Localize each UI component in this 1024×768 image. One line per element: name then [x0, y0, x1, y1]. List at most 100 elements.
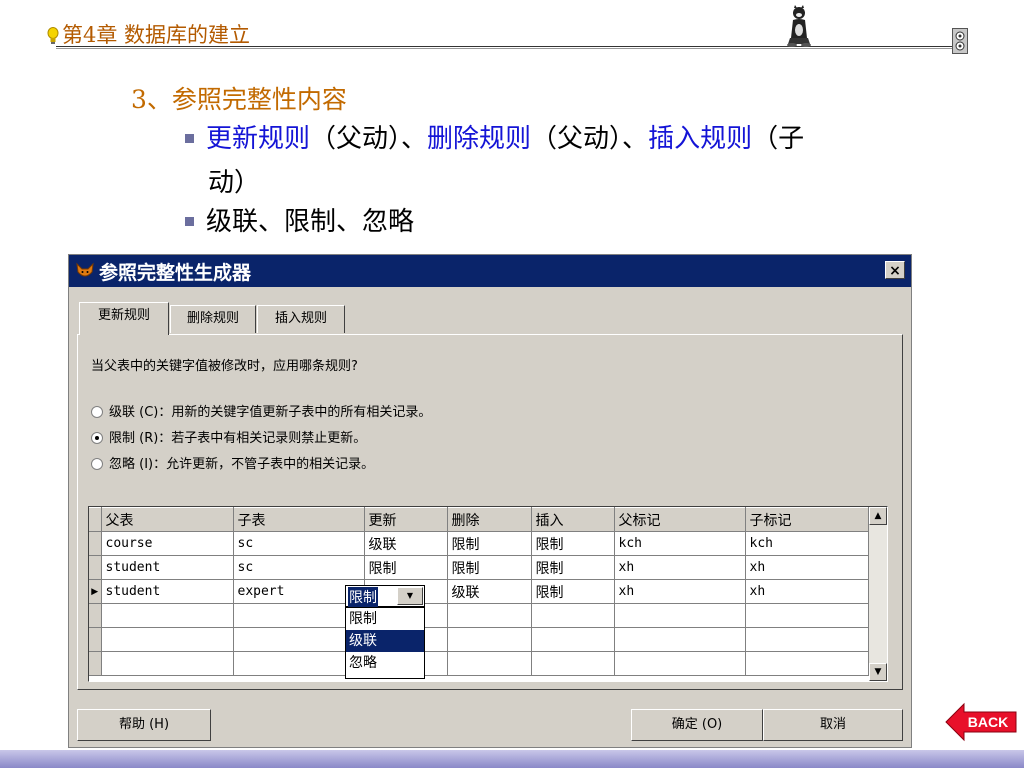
- bullet-text: （父动）、: [531, 124, 649, 154]
- cell-parent-table[interactable]: student: [101, 555, 234, 580]
- empty-cell[interactable]: [447, 651, 532, 676]
- cell-insert[interactable]: 限制: [531, 531, 615, 556]
- cell-delete[interactable]: 限制: [447, 555, 532, 580]
- empty-cell[interactable]: [101, 651, 234, 676]
- help-button[interactable]: 帮助 (H): [77, 709, 211, 741]
- cell-parent-tag[interactable]: kch: [614, 531, 746, 556]
- empty-row[interactable]: [89, 651, 869, 676]
- cell-update[interactable]: 限制: [364, 555, 448, 580]
- cell-delete[interactable]: 限制: [447, 531, 532, 556]
- bullet-square-icon: [185, 216, 194, 226]
- keyword-delete-rule: 删除规则: [427, 124, 532, 154]
- grid-header-row: 父表 子表 更新 删除 插入 父标记 子标记: [89, 507, 869, 532]
- empty-cell[interactable]: [531, 603, 615, 628]
- update-rule-combobox[interactable]: 限制 ▼: [345, 585, 425, 607]
- cell-parent-table[interactable]: student: [101, 579, 234, 604]
- empty-cell[interactable]: [745, 651, 869, 676]
- empty-cell[interactable]: [614, 603, 746, 628]
- dropdown-option-ignore[interactable]: 忽略: [346, 652, 424, 674]
- option-label: 忽略 (I)：允许更新，不管子表中的相关记录。: [109, 457, 375, 472]
- cell-child-tag[interactable]: xh: [745, 579, 869, 604]
- relations-grid[interactable]: 父表 子表 更新 删除 插入 父标记 子标记 course sc 级联 限制 限…: [88, 506, 888, 682]
- col-header-parent-tag[interactable]: 父标记: [614, 507, 746, 532]
- speaker-icon[interactable]: [952, 28, 968, 54]
- cell-update[interactable]: 级联: [364, 531, 448, 556]
- row-indicator[interactable]: [89, 531, 102, 556]
- row-indicator[interactable]: [89, 555, 102, 580]
- cell-child-tag[interactable]: xh: [745, 555, 869, 580]
- empty-cell[interactable]: [447, 627, 532, 652]
- tab-delete-rules[interactable]: 删除规则: [170, 305, 256, 333]
- empty-row[interactable]: [89, 603, 869, 628]
- col-header-delete[interactable]: 删除: [447, 507, 532, 532]
- header-divider-shadow: [56, 48, 952, 49]
- current-row-indicator-icon[interactable]: ▶: [89, 579, 102, 604]
- cell-insert[interactable]: 限制: [531, 555, 615, 580]
- bullet-square-icon: [185, 133, 194, 143]
- empty-cell[interactable]: [531, 627, 615, 652]
- dropdown-option-cascade[interactable]: 级联: [346, 630, 424, 652]
- bullet-text: （子: [752, 124, 805, 154]
- table-row[interactable]: student sc 限制 限制 限制 xh xh: [89, 555, 869, 580]
- empty-cell[interactable]: [745, 627, 869, 652]
- keyword-update-rule: 更新规则: [206, 124, 311, 154]
- cell-child-table[interactable]: sc: [233, 531, 365, 556]
- option-label: 级联 (C)：用新的关键字值更新子表中的所有相关记录。: [109, 405, 432, 420]
- ok-button[interactable]: 确定 (O): [631, 709, 763, 741]
- scroll-up-arrow-icon[interactable]: ▲: [869, 507, 887, 525]
- bullet-rule-types: 级联、限制、忽略: [185, 205, 414, 239]
- foxpro-fox-icon: [76, 262, 94, 277]
- option-restrict[interactable]: 限制 (R)：若子表中有相关记录则禁止更新。: [91, 427, 366, 446]
- close-button[interactable]: ×: [885, 261, 905, 279]
- option-label: 限制 (R)：若子表中有相关记录则禁止更新。: [109, 431, 367, 446]
- table-row[interactable]: course sc 级联 限制 限制 kch kch: [89, 531, 869, 556]
- tab-insert-rules[interactable]: 插入规则: [257, 305, 345, 333]
- empty-cell[interactable]: [101, 603, 234, 628]
- radio-cascade[interactable]: [91, 405, 103, 418]
- dropdown-arrow-icon[interactable]: ▼: [397, 587, 423, 605]
- relations-table: 父表 子表 更新 删除 插入 父标记 子标记 course sc 级联 限制 限…: [89, 507, 869, 676]
- scroll-down-arrow-icon[interactable]: ▼: [869, 663, 887, 681]
- col-header-parent-table[interactable]: 父表: [101, 507, 234, 532]
- empty-cell[interactable]: [531, 651, 615, 676]
- empty-cell[interactable]: [745, 603, 869, 628]
- update-rule-dropdown-list[interactable]: 限制 级联 忽略: [345, 607, 425, 679]
- chapter-title: 第4章 数据库的建立: [62, 23, 251, 47]
- bullet-text: 级联、限制、忽略: [206, 207, 415, 237]
- cell-parent-table[interactable]: course: [101, 531, 234, 556]
- option-ignore[interactable]: 忽略 (I)：允许更新，不管子表中的相关记录。: [91, 453, 374, 472]
- col-header-update[interactable]: 更新: [364, 507, 448, 532]
- bullet-text: （父动）、: [310, 124, 428, 154]
- tab-update-rules[interactable]: 更新规则: [79, 302, 169, 335]
- cell-child-tag[interactable]: kch: [745, 531, 869, 556]
- cartoon-cat-icon: [787, 5, 811, 47]
- empty-cell[interactable]: [614, 651, 746, 676]
- col-header-child-table[interactable]: 子表: [233, 507, 365, 532]
- combobox-value: 限制: [348, 587, 378, 607]
- back-arrow-icon[interactable]: BACK: [944, 702, 1018, 742]
- radio-ignore[interactable]: [91, 457, 103, 470]
- option-cascade[interactable]: 级联 (C)：用新的关键字值更新子表中的所有相关记录。: [91, 401, 431, 420]
- back-label: BACK: [968, 714, 1008, 730]
- dialog-titlebar[interactable]: 参照完整性生成器 ×: [69, 255, 911, 287]
- col-header-child-tag[interactable]: 子标记: [745, 507, 869, 532]
- radio-restrict[interactable]: [91, 431, 103, 444]
- header-divider: [56, 46, 952, 47]
- table-row-current[interactable]: ▶ student expert 级联 限制 xh xh: [89, 579, 869, 604]
- cell-parent-tag[interactable]: xh: [614, 555, 746, 580]
- cell-child-table[interactable]: sc: [233, 555, 365, 580]
- empty-cell[interactable]: [101, 627, 234, 652]
- dropdown-option-restrict[interactable]: 限制: [346, 608, 424, 630]
- cancel-button[interactable]: 取消: [763, 709, 903, 741]
- empty-row[interactable]: [89, 627, 869, 652]
- grid-vertical-scrollbar[interactable]: ▲ ▼: [869, 507, 887, 681]
- empty-cell[interactable]: [447, 603, 532, 628]
- cell-parent-tag[interactable]: xh: [614, 579, 746, 604]
- cell-delete[interactable]: 级联: [447, 579, 532, 604]
- dialog-title: 参照完整性生成器: [99, 262, 252, 284]
- col-header-insert[interactable]: 插入: [531, 507, 615, 532]
- empty-cell[interactable]: [614, 627, 746, 652]
- cell-insert[interactable]: 限制: [531, 579, 615, 604]
- ri-builder-dialog: 参照完整性生成器 × 更新规则 删除规则 插入规则 当父表中的关键字值被修改时，…: [68, 254, 912, 748]
- row-indicator: [89, 651, 102, 676]
